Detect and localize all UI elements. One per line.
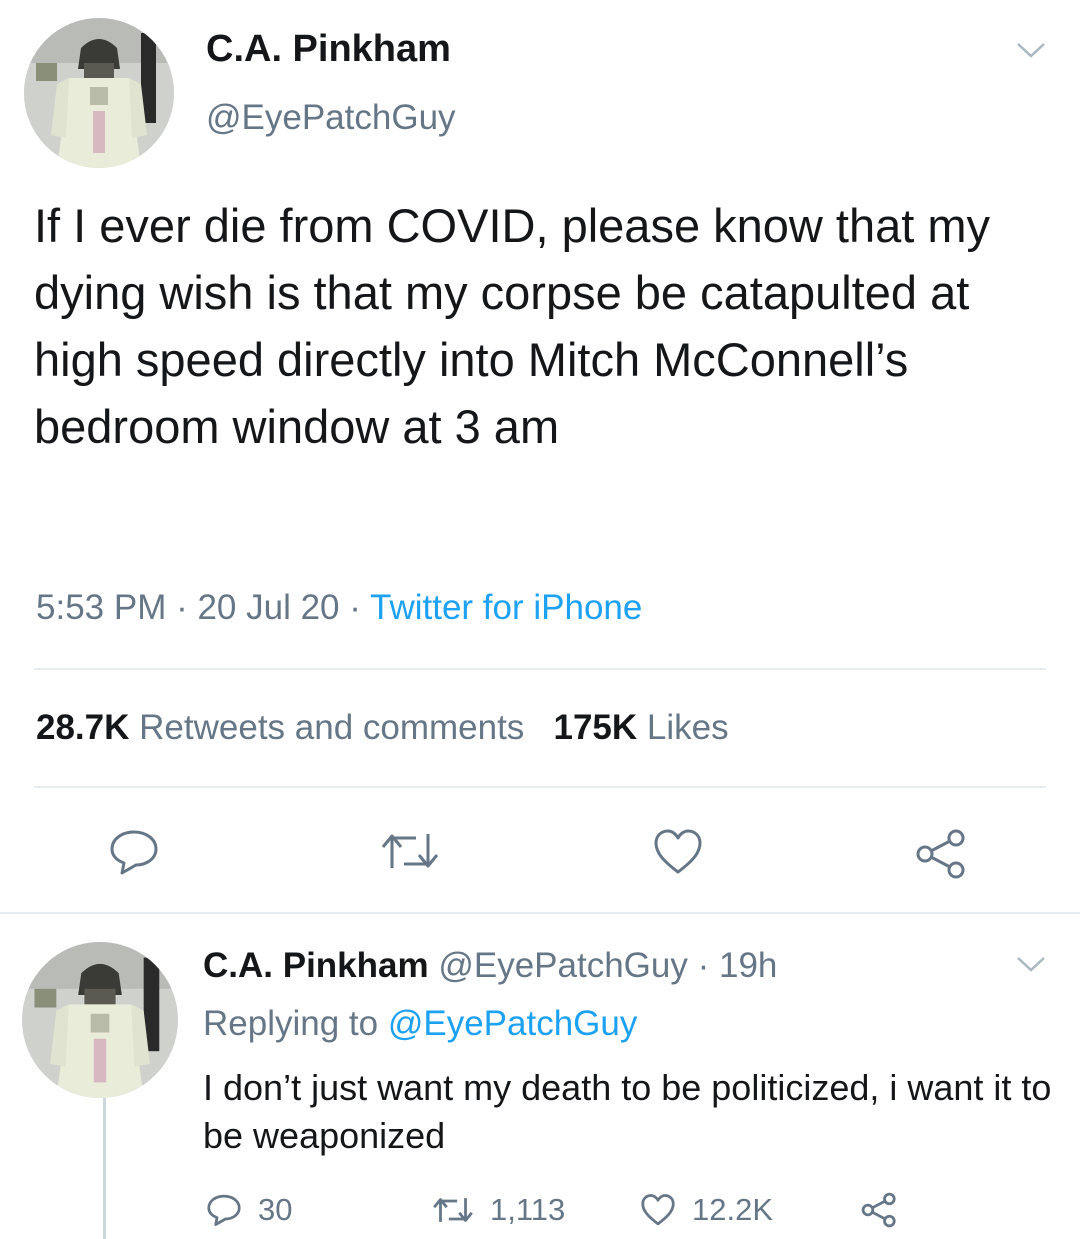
replying-prefix: Replying to	[203, 1004, 388, 1043]
replying-to-mention[interactable]: @EyePatchGuy	[388, 1004, 638, 1043]
reply-author-handle[interactable]: @EyePatchGuy	[438, 946, 688, 985]
tweet-source[interactable]: Twitter for iPhone	[370, 588, 642, 627]
reply-count: 30	[258, 1192, 293, 1227]
tweet-meta: 5:53 PM · 20 Jul 20 · Twitter for iPhone	[36, 588, 642, 628]
likes-label: Likes	[646, 708, 729, 747]
tweet-time: 5:53 PM	[36, 588, 167, 627]
retweet-icon	[433, 1198, 473, 1222]
reply-icon[interactable]	[108, 828, 160, 876]
meta-separator: ·	[687, 946, 719, 985]
retweets-stat[interactable]: 28.7K Retweets and comments	[36, 708, 524, 747]
meta-separator: ·	[166, 588, 198, 627]
reply-author-name[interactable]: C.A. Pinkham	[203, 946, 429, 985]
likes-stat[interactable]: 175K Likes	[554, 708, 729, 747]
reply-reply-button[interactable]: 30	[206, 1190, 292, 1230]
thread-line	[103, 1098, 106, 1239]
meta-separator: ·	[339, 588, 371, 627]
author-avatar[interactable]	[24, 18, 174, 168]
heart-icon	[641, 1194, 675, 1226]
avatar-image	[24, 18, 174, 168]
divider	[34, 786, 1046, 788]
replying-to: Replying to @EyePatchGuy	[203, 1004, 637, 1044]
heart-icon[interactable]	[652, 828, 704, 876]
like-count: 12.2K	[692, 1192, 774, 1227]
reply-like-button[interactable]: 12.2K	[640, 1190, 773, 1230]
retweets-label: Retweets and comments	[139, 708, 525, 747]
retweet-icon[interactable]	[380, 828, 440, 874]
retweets-count: 28.7K	[36, 708, 130, 747]
divider	[0, 912, 1080, 914]
tweet-text: If I ever die from COVID, please know th…	[34, 199, 991, 453]
share-icon[interactable]	[914, 828, 968, 880]
chevron-down-icon[interactable]	[1014, 954, 1048, 974]
reply-icon	[207, 1194, 241, 1226]
likes-count: 175K	[553, 708, 638, 747]
avatar-image	[22, 942, 178, 1098]
reply-text: I don’t just want my death to be politic…	[203, 1067, 1052, 1156]
share-icon	[861, 1192, 896, 1228]
author-handle[interactable]: @EyePatchGuy	[206, 98, 456, 138]
tweet-stats: 28.7K Retweets and comments 175K Likes	[36, 708, 729, 748]
reply-age[interactable]: 19h	[719, 946, 777, 985]
divider	[34, 668, 1046, 670]
reply-retweet-button[interactable]: 1,113	[432, 1190, 565, 1230]
tweet-date: 20 Jul 20	[197, 588, 340, 627]
reply-header: C.A. Pinkham @EyePatchGuy · 19h	[203, 946, 777, 986]
reply-share-button[interactable]	[860, 1190, 914, 1230]
author-name[interactable]: C.A. Pinkham	[206, 28, 451, 71]
chevron-down-icon[interactable]	[1014, 40, 1048, 60]
reply-author-avatar[interactable]	[22, 942, 178, 1098]
retweet-count: 1,113	[490, 1192, 566, 1227]
